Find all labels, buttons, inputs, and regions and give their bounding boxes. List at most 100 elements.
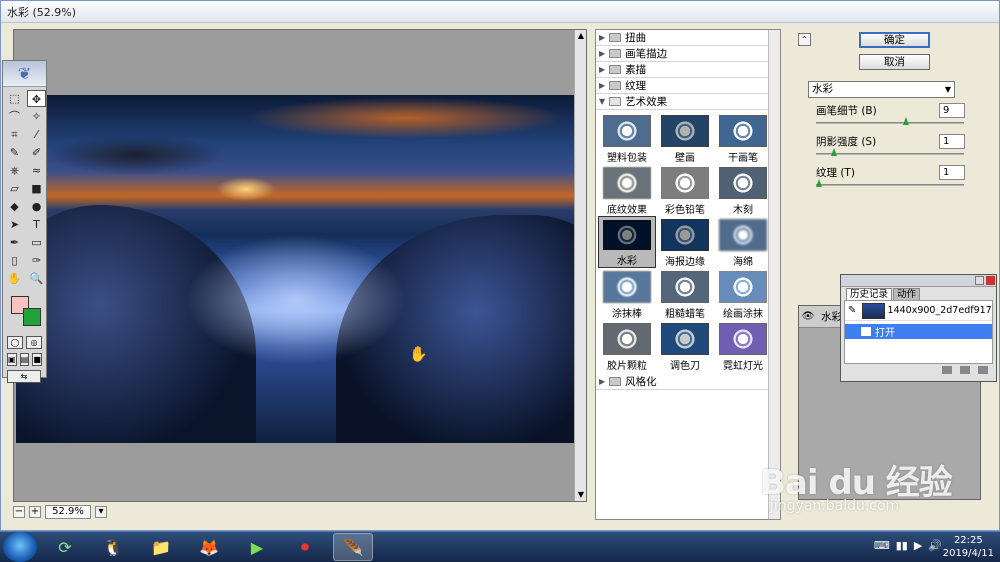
filter-thumb-selected[interactable]: 水彩 [598, 216, 656, 268]
minimize-icon[interactable] [975, 276, 984, 285]
chevron-down-icon: ▼ [944, 85, 951, 94]
tool-button[interactable]: ◆ [5, 198, 24, 215]
texture-slider[interactable] [816, 184, 964, 186]
slider-thumb[interactable] [903, 117, 909, 125]
zoom-level[interactable]: 52.9% [45, 505, 91, 519]
category-texture[interactable]: ▶ 纹理 [596, 78, 770, 94]
filter-thumb[interactable]: 胶片颗粒 [598, 320, 656, 372]
preview-vertical-scrollbar[interactable]: ▲ ▼ [574, 30, 586, 501]
standard-mode-icon[interactable]: ◯ [7, 336, 23, 349]
tool-button[interactable]: ✐ [27, 144, 46, 161]
gallery-scrollbar[interactable] [768, 30, 780, 519]
texture-input[interactable]: 1 [939, 165, 965, 180]
filter-thumb[interactable]: 涂抹棒 [598, 268, 656, 320]
zoom-out-button[interactable]: − [13, 506, 25, 518]
category-artistic[interactable]: ▼ 艺术效果 [596, 94, 770, 110]
filter-thumb[interactable]: 木刻 [714, 164, 772, 216]
volume-icon[interactable]: 🔊 [928, 539, 942, 552]
tool-button[interactable]: ⌗ [5, 126, 24, 143]
taskbar-app-recorder-icon[interactable]: ⏺ [285, 533, 325, 561]
tool-button[interactable]: ● [27, 198, 46, 215]
filter-thumb[interactable]: 霓虹灯光 [714, 320, 772, 372]
tab-history[interactable]: 历史记录 [846, 288, 893, 300]
history-step-open[interactable]: 打开 [845, 324, 992, 339]
taskbar-app-player-icon[interactable]: ▶ [237, 533, 277, 561]
filter-thumb[interactable]: 绘画涂抹 [714, 268, 772, 320]
scroll-up-icon[interactable]: ▲ [576, 31, 586, 41]
filter-thumb[interactable]: 底纹效果 [598, 164, 656, 216]
background-color[interactable] [23, 308, 41, 326]
brush-detail-slider[interactable] [816, 122, 964, 124]
history-brush-icon[interactable]: ✎ [848, 305, 859, 316]
tool-button[interactable]: ▭ [27, 234, 46, 251]
trash-icon[interactable] [978, 366, 988, 374]
taskbar-app-360-icon[interactable]: ⟳ [45, 533, 85, 561]
quick-mask-icon[interactable]: ◎ [26, 336, 42, 349]
new-document-icon[interactable] [942, 366, 952, 374]
filter-thumb[interactable]: 壁画 [656, 112, 714, 164]
jump-to-imageready-icon[interactable]: ⇆ [7, 370, 41, 383]
tool-button[interactable]: ➤ [5, 216, 24, 233]
ok-button[interactable]: 确定 [859, 32, 930, 48]
preview-image[interactable]: ✋ [16, 95, 575, 443]
clock-date: 2019/4/11 [942, 548, 994, 559]
tool-button[interactable]: ✥ [27, 90, 46, 107]
collapse-gallery-button[interactable]: ⌃ [798, 33, 811, 46]
screen-mode-full-icon[interactable]: ▤ [19, 353, 30, 366]
filter-thumb[interactable]: 粗糙蜡笔 [656, 268, 714, 320]
slider-thumb[interactable] [831, 148, 837, 156]
scroll-down-icon[interactable]: ▼ [576, 490, 586, 500]
tool-button[interactable]: ✒ [5, 234, 24, 251]
preview-pane[interactable]: ✋ ▲ ▼ [13, 29, 587, 502]
category-stylize[interactable]: ▶ 风格化 [596, 374, 770, 390]
flag-icon[interactable]: ▶ [914, 539, 922, 552]
tool-button[interactable]: ✎ [5, 144, 24, 161]
category-brush-strokes[interactable]: ▶ 画笔描边 [596, 46, 770, 62]
tool-button[interactable]: 🔍 [27, 270, 46, 287]
close-icon[interactable] [986, 276, 995, 285]
eye-icon[interactable]: 👁 [799, 311, 817, 322]
clock[interactable]: 22:25 2019/4/11 [943, 534, 994, 560]
filter-select[interactable]: 水彩 ▼ [808, 81, 955, 98]
tool-button[interactable]: ⬚ [5, 90, 24, 107]
filter-thumb[interactable]: 塑料包装 [598, 112, 656, 164]
tab-actions[interactable]: 动作 [893, 288, 921, 300]
filter-thumb[interactable]: 彩色铅笔 [656, 164, 714, 216]
slider-thumb[interactable] [816, 179, 822, 187]
tool-button[interactable]: ⎈ [5, 162, 24, 179]
taskbar-app-firefox-icon[interactable]: 🦊 [189, 533, 229, 561]
tool-button[interactable]: ▱ [5, 180, 24, 197]
tool-button[interactable]: ✋ [5, 270, 24, 287]
cancel-button[interactable]: 取消 [859, 54, 930, 70]
taskbar-app-qq-icon[interactable]: 🐧 [93, 533, 133, 561]
filter-thumb[interactable]: 干画笔 [714, 112, 772, 164]
taskbar-app-photoshop-icon[interactable]: 🪶 [333, 533, 373, 561]
tool-button[interactable]: ■ [27, 180, 46, 197]
tool-button[interactable]: ✧ [27, 108, 46, 125]
tool-button[interactable]: ⁄ [27, 126, 46, 143]
history-snapshot[interactable]: ✎ 1440x900_2d7edf917d... [845, 301, 992, 321]
category-distort[interactable]: ▶ 扭曲 [596, 30, 770, 46]
network-icon[interactable]: ▮▮ [896, 539, 908, 552]
tool-button[interactable]: ✑ [27, 252, 46, 269]
zoom-in-button[interactable]: + [29, 506, 41, 518]
category-sketch[interactable]: ▶ 素描 [596, 62, 770, 78]
keyboard-icon[interactable]: ⌨ [874, 539, 890, 552]
color-swatches [7, 294, 46, 334]
shadow-intensity-slider[interactable] [816, 153, 964, 155]
shadow-intensity-input[interactable]: 1 [939, 134, 965, 149]
start-button[interactable] [3, 532, 37, 562]
filter-thumb[interactable]: 海绵 [714, 216, 772, 268]
tool-button[interactable]: ≈ [27, 162, 46, 179]
taskbar-app-explorer-icon[interactable]: 📁 [141, 533, 181, 561]
zoom-dropdown-button[interactable]: ▾ [95, 506, 107, 518]
screen-mode-icon[interactable]: ▣ [7, 353, 17, 366]
filter-thumb[interactable]: 海报边缘 [656, 216, 714, 268]
filter-thumb[interactable]: 调色刀 [656, 320, 714, 372]
tool-button[interactable]: ▯ [5, 252, 24, 269]
screen-mode-black-icon[interactable]: ■ [32, 353, 43, 366]
brush-detail-input[interactable]: 9 [939, 103, 965, 118]
camera-icon[interactable] [960, 366, 970, 374]
tool-button[interactable]: T [27, 216, 46, 233]
tool-button[interactable]: ⌒ [5, 108, 24, 125]
